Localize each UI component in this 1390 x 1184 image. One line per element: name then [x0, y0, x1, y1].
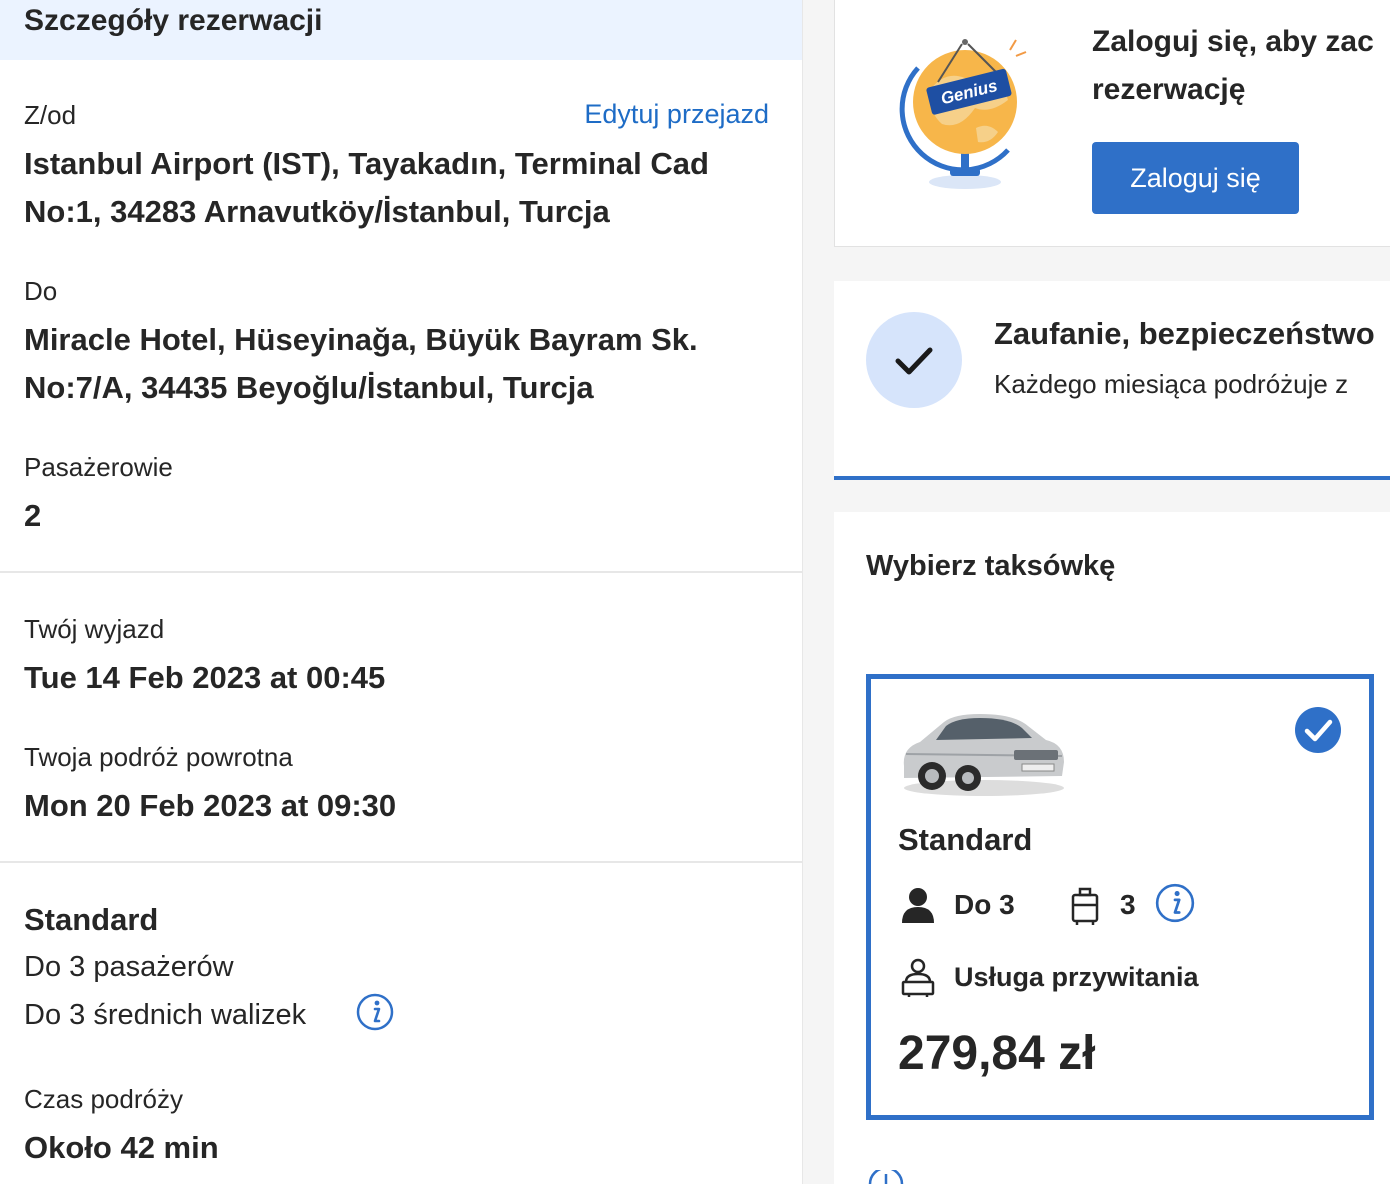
departure-value: Tue 14 Feb 2023 at 00:45 — [24, 660, 386, 695]
meet-greet-icon — [901, 958, 935, 997]
taxi-info-icon[interactable] — [1154, 882, 1196, 924]
travel-time-value: Około 42 min — [24, 1130, 219, 1165]
to-address-line1: Miracle Hotel, Hüseyinağa, Büyük Bayram … — [24, 322, 698, 357]
trust-card-accent — [834, 476, 1390, 480]
section-divider — [0, 861, 802, 863]
taxi-option-passengers: Do 3 — [954, 889, 1015, 920]
return-value: Mon 20 Feb 2023 at 09:30 — [24, 788, 397, 823]
taxi-option-bags: 3 — [1120, 889, 1136, 920]
taxi-option-name: Standard — [898, 822, 1033, 857]
passengers-value: 2 — [24, 498, 42, 533]
vehicle-passengers: Do 3 pasażerów — [24, 951, 234, 983]
login-title-line1: Zaloguj się, aby zac — [1092, 25, 1374, 58]
to-label: Do — [24, 276, 58, 306]
return-label: Twoja podróż powrotna — [24, 742, 293, 772]
from-address: Istanbul Airport (IST), Tayakadın, Termi… — [24, 140, 709, 236]
clock-icon — [868, 1170, 904, 1184]
genius-globe-icon: Genius — [899, 39, 1027, 189]
departure-label: Twój wyjazd — [24, 614, 165, 644]
passengers-label: Pasażerowie — [24, 452, 173, 482]
taxi-section-title: Wybierz taksówkę — [866, 550, 1116, 582]
vehicle-class: Standard — [24, 902, 159, 937]
to-address: Miracle Hotel, Hüseyinağa, Büyük Bayram … — [24, 316, 698, 412]
login-button[interactable]: Zaloguj się — [1092, 142, 1299, 214]
from-address-line1: Istanbul Airport (IST), Tayakadın, Termi… — [24, 146, 709, 181]
section-divider — [0, 571, 802, 573]
edit-trip-link[interactable]: Edytuj przejazd — [584, 99, 769, 130]
vehicle-luggage: Do 3 średnich walizek — [24, 999, 307, 1031]
luggage-icon — [1071, 887, 1099, 925]
booking-details-panel: Szczegóły rezerwacji Z/od Edytuj przejaz… — [0, 0, 803, 1184]
selected-check-icon — [1295, 707, 1341, 753]
login-card-title: Zaloguj się, aby zac rezerwację — [1092, 18, 1374, 114]
luggage-info-icon[interactable] — [355, 992, 395, 1032]
trust-title: Zaufanie, bezpieczeństwo — [994, 316, 1375, 351]
person-icon — [902, 888, 934, 923]
travel-time-label: Czas podróży — [24, 1084, 183, 1114]
trust-subtitle: Każdego miesiąca podróżuje z — [994, 369, 1349, 399]
car-image — [903, 714, 1064, 796]
check-circle-icon — [866, 312, 962, 408]
taxi-option-price: 279,84 zł — [898, 1027, 1096, 1080]
booking-details-header: Szczegóły rezerwacji — [0, 0, 802, 60]
from-label: Z/od — [24, 100, 77, 130]
taxi-option-meet-greet: Usługa przywitania — [954, 962, 1199, 992]
to-address-line2: No:7/A, 34435 Beyoğlu/İstanbul, Turcja — [24, 370, 594, 405]
booking-details-title: Szczegóły rezerwacji — [24, 4, 323, 37]
login-title-line2: rezerwację — [1092, 73, 1246, 106]
from-address-line2: No:1, 34283 Arnavutköy/İstanbul, Turcja — [24, 194, 610, 229]
